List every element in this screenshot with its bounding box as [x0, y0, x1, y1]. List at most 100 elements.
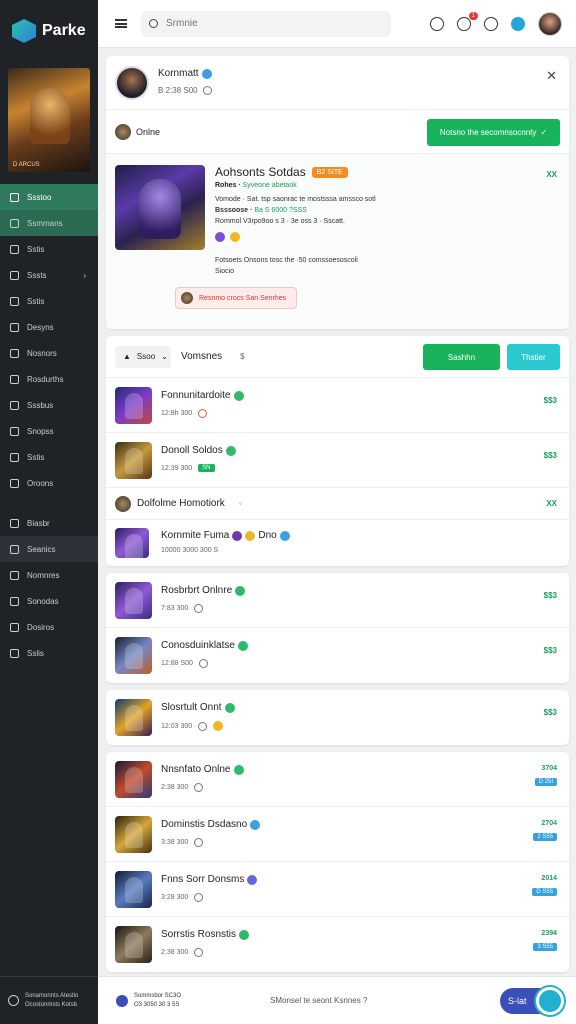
sidebar-item-13[interactable]: Biasbr	[0, 510, 98, 536]
sidebar-item-label: Ssmmans	[27, 218, 63, 228]
list-item[interactable]: Slosrtult Onnt 12:03 300 $$3	[106, 690, 569, 745]
user-avatar[interactable]	[538, 11, 562, 36]
sidebar-item-17[interactable]: Dosiros	[0, 614, 98, 640]
help-icon[interactable]	[511, 16, 525, 31]
list-item[interactable]: Kornmite Fuma Dno 10000 3000 300 S	[106, 520, 569, 566]
featured-panel: Aohsonts Sotdas B2 SITE Rohes · Syveone a…	[106, 154, 569, 329]
banner-caption: D ARCUS	[13, 162, 40, 168]
item-tag: D S55	[532, 888, 557, 896]
list-item[interactable]: Sorrstis Rosnstis 2:38 300 2394 3 S55	[106, 917, 569, 972]
list-card: Nnsnfato Onlne 2:38 300 3704 D 25I Domin…	[106, 752, 569, 972]
verified-icon	[233, 764, 244, 775]
item-meta: 12:8h 300	[161, 409, 208, 418]
featured-icons	[215, 232, 240, 242]
sidebar-item-label: Seanics	[27, 544, 56, 554]
verified-icon	[247, 874, 258, 885]
item-meta: 10000 3000 300 S	[161, 547, 218, 554]
item-score: $$3	[543, 708, 557, 717]
section-header: Dolfolme Homotiork ◦ XX	[106, 488, 569, 520]
item-tail: Dno	[258, 530, 277, 541]
main-content: Kornmatt B 2:38 S00 ✕ Onlne Notsno the s…	[106, 56, 569, 979]
smile-icon	[213, 721, 224, 731]
filter-teal-button[interactable]: Thstier	[507, 344, 560, 370]
sidebar-item-6[interactable]: Desyns	[0, 314, 98, 340]
search-icon	[149, 19, 158, 28]
sidebar-item-7[interactable]: Nosnors	[0, 340, 98, 366]
filter-green-button[interactable]: Sashhn	[423, 344, 500, 370]
sidebar-item-1[interactable]: Ssstoo	[0, 184, 98, 210]
sidebar-item-label: Oroons	[27, 478, 54, 488]
list-card: Slosrtult Onnt 12:03 300 $$3	[106, 690, 569, 745]
sidebar-item-label: Nomnres	[27, 570, 60, 580]
item-name: Dominstis Dsdasno	[161, 819, 248, 830]
settings-icon	[10, 622, 19, 632]
list-item[interactable]: Donoll Soldos 12:39 300 SN $$3	[106, 433, 569, 488]
sidebar-item-14[interactable]: Seanics	[0, 536, 98, 562]
item-meta-text: 2:38 300	[161, 784, 189, 791]
sidebar-item-label: Biasbr	[27, 518, 50, 528]
profile-avatar[interactable]	[115, 65, 149, 100]
featured-line: Rommol V3rpo9oo s 3 · 3e oss 3 · Sscatt.	[215, 218, 345, 225]
profile-name[interactable]: Kornmatt	[158, 68, 199, 79]
notifications-icon[interactable]	[457, 11, 478, 31]
footer-center-text[interactable]: SMonsel te seont Ksnnes ?	[270, 996, 367, 1005]
featured-pill[interactable]: Resnmo crocs San Senrhes	[175, 287, 298, 309]
sidebar-item-2[interactable]: Ssmmans	[0, 210, 98, 236]
list-item[interactable]: Nnsnfato Onlne 2:38 300 3704 D 25I	[106, 752, 569, 807]
item-thumbnail	[115, 637, 152, 674]
profile-header: Kornmatt B 2:38 S00 ✕	[106, 56, 569, 110]
sidebar-item-10[interactable]: Snopss	[0, 418, 98, 444]
verified-icon	[233, 390, 244, 401]
game-icon[interactable]	[215, 232, 225, 242]
verified-icon	[225, 445, 236, 456]
sidebar-item-15[interactable]: Nomnres	[0, 562, 98, 588]
online-action-button[interactable]: Notsno the secomnsocnnty ✓	[427, 119, 560, 146]
item-thumbnail	[115, 760, 152, 798]
item-thumbnail	[115, 926, 152, 963]
sidebar-item-8[interactable]: Rosdurths	[0, 366, 98, 392]
featured-line: Fotsoets Onsons tosc the ·50 comssoesosc…	[215, 257, 358, 264]
sort-toggle[interactable]: $	[240, 352, 244, 361]
sidebar-footer[interactable]: Sonamonnts Atestio Ocostonmsts Kotsb	[0, 976, 98, 1024]
close-icon[interactable]: ✕	[546, 68, 557, 84]
featured-title[interactable]: Aohsonts Sotdas	[215, 165, 306, 179]
app-logo[interactable]: Parke	[0, 0, 98, 50]
online-row: Onlne Notsno the secomnsocnnty ✓	[106, 110, 569, 154]
status-chip: SN	[198, 464, 215, 472]
person-icon[interactable]	[430, 16, 444, 31]
list-item[interactable]: Fnns Sorr Donsms 3:28 300 2014 D S55	[106, 862, 569, 917]
list-item[interactable]: Dominstis Dsdasno 3:38 300 2704 2 S55	[106, 807, 569, 862]
footer-toggle-button[interactable]: S-lat	[500, 987, 564, 1015]
item-name: Nnsnfato Onlne	[161, 764, 231, 775]
emoji-icon[interactable]	[484, 16, 498, 31]
list-item[interactable]: Conosduinklatse 12:88 S00 $$3	[106, 628, 569, 683]
chart-icon	[10, 244, 19, 254]
sidebar-item-3[interactable]: Sstis	[0, 236, 98, 262]
verified-icon	[237, 640, 248, 651]
sidebar-banner-image[interactable]: D ARCUS	[8, 68, 90, 172]
gear-icon	[10, 322, 19, 332]
item-name: Slosrtult Onnt	[161, 702, 222, 713]
list-item[interactable]: Rosbrbrt Onlnre 7:83 300 $$3	[106, 573, 569, 628]
profile-meta-row: B 2:38 S00	[158, 86, 212, 95]
sidebar-item-12[interactable]: Oroons	[0, 470, 98, 496]
filter-select[interactable]: ▲ Ssoo ⌄	[115, 345, 171, 368]
sidebar-item-18[interactable]: Sslis	[0, 640, 98, 666]
item-name-row: Fonnunitardoite	[161, 390, 244, 401]
search-box[interactable]	[141, 10, 391, 37]
item-score: $$3	[543, 591, 557, 600]
item-meta-text: 7:83 300	[161, 605, 189, 612]
user-icon	[10, 270, 19, 280]
hamburger-menu-icon[interactable]	[115, 19, 127, 28]
featured-line2-prefix: Bsssoose ·	[215, 207, 253, 214]
sidebar-item-16[interactable]: Sonodas	[0, 588, 98, 614]
sidebar-item-4[interactable]: Sssts ›	[0, 262, 98, 288]
sidebar-item-11[interactable]: Sstis	[0, 444, 98, 470]
smile-icon[interactable]	[230, 232, 240, 242]
sidebar-item-5[interactable]: Sstis	[0, 288, 98, 314]
dot-icon: ◦	[238, 499, 242, 508]
list-item[interactable]: Fonnunitardoite 12:8h 300 $$3	[106, 378, 569, 433]
sidebar-item-9[interactable]: Sssbus	[0, 392, 98, 418]
featured-image[interactable]	[115, 165, 205, 250]
search-input[interactable]	[166, 18, 366, 29]
